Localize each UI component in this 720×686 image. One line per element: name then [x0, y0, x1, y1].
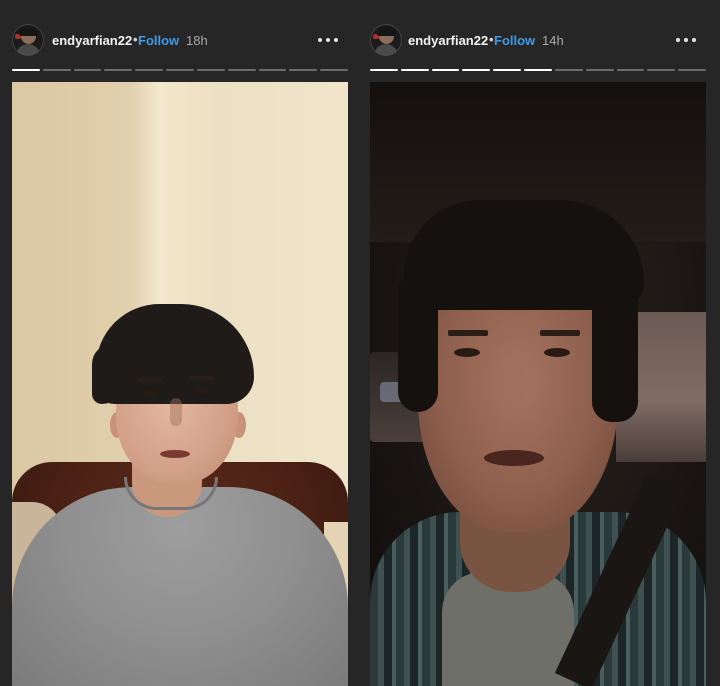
story-media[interactable]	[370, 82, 706, 686]
story-header: endyarfian22 • Follow 14h	[370, 24, 706, 58]
follow-button[interactable]: Follow	[138, 33, 179, 48]
progress-segment	[166, 69, 194, 71]
follow-button[interactable]: Follow	[494, 33, 535, 48]
progress-segment	[678, 69, 706, 71]
avatar-hair	[19, 27, 38, 36]
story-time: 18h	[186, 33, 208, 48]
more-horizontal-icon[interactable]	[318, 38, 338, 43]
story-panel-2: endyarfian22 • Follow 14h	[370, 0, 706, 686]
photo-eye	[194, 388, 210, 394]
story-media[interactable]	[12, 82, 348, 686]
photo-shirt	[12, 487, 348, 686]
photo-brow	[540, 330, 580, 336]
progress-segment	[12, 69, 40, 71]
photo-hair	[92, 344, 122, 404]
avatar[interactable]	[12, 24, 44, 56]
progress-segment	[104, 69, 133, 71]
progress-segment	[524, 69, 552, 71]
separator-dot: •	[133, 32, 138, 47]
avatar-body	[16, 44, 40, 56]
progress-segment	[42, 69, 71, 71]
story-progress	[370, 69, 706, 71]
more-horizontal-icon[interactable]	[676, 38, 696, 43]
progress-segment	[196, 69, 225, 71]
photo-eye	[454, 348, 480, 357]
progress-segment	[616, 69, 645, 71]
progress-segment	[493, 69, 522, 71]
progress-segment	[554, 69, 583, 71]
story-progress	[12, 69, 348, 71]
progress-segment	[73, 69, 102, 71]
photo-mouth	[484, 450, 544, 466]
photo-hair	[592, 272, 638, 422]
progress-segment	[289, 69, 318, 71]
progress-segment	[647, 69, 676, 71]
progress-segment	[370, 69, 398, 71]
progress-segment	[320, 69, 348, 71]
photo-brow	[448, 330, 488, 336]
username[interactable]: endyarfian22	[408, 33, 488, 48]
avatar[interactable]	[370, 24, 402, 56]
photo-mouth	[160, 450, 190, 458]
avatar-hair	[377, 27, 396, 36]
photo-brow	[190, 376, 214, 380]
separator-dot: •	[489, 32, 494, 47]
progress-segment	[462, 69, 491, 71]
photo-hair	[398, 272, 438, 412]
progress-segment	[585, 69, 614, 71]
photo-eye	[544, 348, 570, 357]
progress-segment	[135, 69, 164, 71]
photo-brow	[138, 378, 162, 382]
photo-nose	[170, 398, 182, 426]
username[interactable]: endyarfian22	[52, 33, 132, 48]
story-panel-1: endyarfian22 • Follow 18h	[12, 0, 348, 686]
story-header: endyarfian22 • Follow 18h	[12, 24, 348, 58]
progress-segment	[258, 69, 287, 71]
progress-segment	[400, 69, 429, 71]
avatar-body	[374, 44, 398, 56]
photo-eye	[142, 390, 158, 396]
photo-nose	[504, 362, 526, 422]
story-time: 14h	[542, 33, 564, 48]
progress-segment	[227, 69, 256, 71]
progress-segment	[431, 69, 460, 71]
